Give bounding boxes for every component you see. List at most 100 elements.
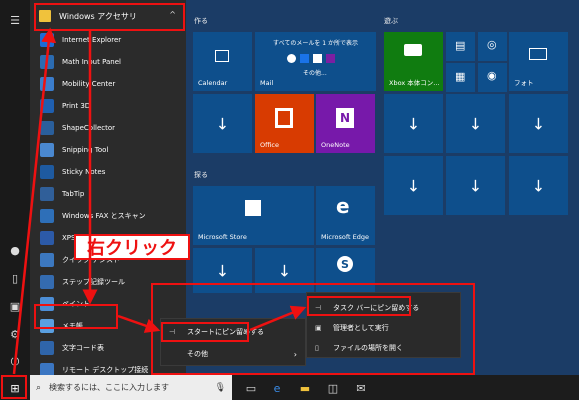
calculator-icon: ▦ bbox=[455, 70, 466, 83]
tile-store-label: Microsoft Store bbox=[198, 233, 247, 241]
mail-taskbar-icon[interactable]: ✉ bbox=[354, 381, 368, 395]
download-arrow-icon: ↓ bbox=[277, 261, 292, 280]
group-label-create: 作る bbox=[194, 17, 208, 25]
character-map-icon bbox=[40, 341, 54, 355]
app-tabtip[interactable]: TabTip bbox=[40, 183, 180, 205]
microphone-icon[interactable]: 🎙 bbox=[215, 383, 226, 393]
store-bag-icon bbox=[245, 200, 261, 216]
group-label-explore: 探る bbox=[194, 171, 208, 179]
search-icon: ⌕ bbox=[36, 382, 42, 393]
tile-microsoft-edge[interactable]: e Microsoft Edge bbox=[316, 186, 375, 245]
mail-account-icons bbox=[287, 54, 335, 63]
mail-envelope-icon bbox=[313, 54, 322, 63]
download-arrow-icon: ↓ bbox=[468, 176, 483, 195]
highlight-start-button bbox=[1, 375, 27, 399]
shapecollector-icon bbox=[40, 121, 54, 135]
tile-placeholder-4[interactable]: ↓ bbox=[509, 94, 568, 153]
google-icon bbox=[287, 54, 296, 63]
task-view-icon[interactable]: ▭ bbox=[244, 381, 258, 395]
settings-gear-icon[interactable]: ⚙ bbox=[5, 324, 25, 344]
download-arrow-icon: ↓ bbox=[531, 176, 546, 195]
tile-calendar[interactable]: Calendar bbox=[193, 32, 252, 91]
app-math-input-panel[interactable]: Math Input Panel bbox=[40, 51, 180, 73]
file-explorer-icon[interactable]: ▬ bbox=[298, 381, 312, 395]
tile-mail[interactable]: すべてのメールを 1 か所で表示 その他... Mail bbox=[255, 32, 376, 91]
store-taskbar-icon[interactable]: ◫ bbox=[326, 381, 340, 395]
snipping-tool-icon bbox=[40, 143, 54, 157]
highlight-notepad bbox=[34, 304, 118, 329]
app-mobility-center[interactable]: Mobility Center bbox=[40, 73, 180, 95]
film-icon: ▤ bbox=[455, 39, 466, 52]
calendar-icon bbox=[215, 50, 229, 62]
power-icon[interactable]: ⏻ bbox=[5, 352, 25, 372]
print-3d-icon bbox=[40, 99, 54, 113]
tile-photos-label: フォト bbox=[514, 79, 534, 87]
mobility-center-icon bbox=[40, 77, 54, 91]
tile-placeholder-6[interactable]: ↓ bbox=[446, 156, 505, 215]
tabtip-icon bbox=[40, 187, 54, 201]
tile-placeholder-2[interactable]: ↓ bbox=[384, 94, 443, 153]
outlook-icon bbox=[300, 54, 309, 63]
skype-icon: S bbox=[337, 256, 353, 272]
highlight-accessories-folder bbox=[34, 3, 185, 31]
tile-edge-label: Microsoft Edge bbox=[321, 233, 370, 241]
sticky-notes-icon bbox=[40, 165, 54, 179]
highlight-context-menus bbox=[151, 283, 475, 375]
download-arrow-icon: ↓ bbox=[215, 261, 230, 280]
tile-office[interactable]: Office bbox=[255, 94, 314, 153]
camera-icon: ◉ bbox=[487, 69, 497, 82]
pictures-icon[interactable]: ▣ bbox=[5, 296, 25, 316]
tile-onenote[interactable]: N OneNote bbox=[316, 94, 375, 153]
download-arrow-icon: ↓ bbox=[406, 176, 421, 195]
xbox-console-icon bbox=[404, 44, 422, 56]
tile-calendar-label: Calendar bbox=[198, 79, 228, 87]
onenote-icon: N bbox=[336, 108, 354, 128]
yahoo-icon bbox=[326, 54, 335, 63]
tile-xbox[interactable]: Xbox 本体コン... bbox=[384, 32, 443, 91]
internet-explorer-icon bbox=[40, 33, 54, 47]
taskbar-search-box[interactable]: ⌕ 検索するには、ここに入力します 🎙 bbox=[30, 375, 232, 400]
tile-placeholder-7[interactable]: ↓ bbox=[509, 156, 568, 215]
tile-placeholder-3[interactable]: ↓ bbox=[446, 94, 505, 153]
tile-placeholder-1[interactable]: ↓ bbox=[193, 94, 252, 153]
tile-onenote-label: OneNote bbox=[321, 141, 350, 149]
start-left-rail: ☰ ● ▯ ▣ ⚙ ⏻ bbox=[0, 0, 30, 375]
mail-other-text: その他... bbox=[303, 70, 327, 77]
group-label-play: 遊ぶ bbox=[384, 17, 398, 25]
app-snipping-tool[interactable]: Snipping Tool bbox=[40, 139, 180, 161]
tile-photos[interactable]: フォト bbox=[509, 32, 568, 91]
app-sticky-notes[interactable]: Sticky Notes bbox=[40, 161, 180, 183]
math-input-icon bbox=[40, 55, 54, 69]
edge-icon: e bbox=[336, 194, 350, 218]
tile-placeholder-5[interactable]: ↓ bbox=[384, 156, 443, 215]
tile-mail-label: Mail bbox=[260, 79, 274, 87]
music-disc-icon: ◎ bbox=[487, 38, 497, 51]
right-click-callout: 右クリック bbox=[74, 234, 190, 260]
taskbar: ⊞ ⌕ 検索するには、ここに入力します 🎙 ▭ e ▬ ◫ ✉ bbox=[0, 375, 579, 400]
tile-movies[interactable]: ▤ bbox=[446, 32, 475, 61]
xps-viewer-icon bbox=[40, 231, 54, 245]
download-arrow-icon: ↓ bbox=[406, 114, 421, 133]
app-shapecollector[interactable]: ShapeCollector bbox=[40, 117, 180, 139]
download-arrow-icon: ↓ bbox=[215, 114, 230, 133]
photos-icon bbox=[529, 48, 547, 60]
search-placeholder: 検索するには、ここに入力します bbox=[49, 383, 170, 392]
tile-microsoft-store[interactable]: Microsoft Store bbox=[193, 186, 314, 245]
steps-recorder-icon bbox=[40, 275, 54, 289]
tile-groove[interactable]: ◎ bbox=[478, 32, 507, 61]
user-avatar-icon[interactable]: ● bbox=[5, 240, 25, 260]
tile-office-label: Office bbox=[260, 141, 279, 149]
app-internet-explorer[interactable]: Internet Explorer bbox=[40, 29, 180, 51]
download-arrow-icon: ↓ bbox=[531, 114, 546, 133]
office-icon bbox=[275, 108, 293, 128]
quick-assist-icon bbox=[40, 253, 54, 267]
hamburger-menu-icon[interactable]: ☰ bbox=[5, 10, 25, 30]
app-print-3d[interactable]: Print 3D bbox=[40, 95, 180, 117]
app-windows-fax-scan[interactable]: Windows FAX とスキャン bbox=[40, 205, 180, 227]
tile-camera[interactable]: ◉ bbox=[478, 63, 507, 92]
edge-taskbar-icon[interactable]: e bbox=[270, 381, 284, 395]
tile-xbox-label: Xbox 本体コン... bbox=[389, 79, 440, 87]
download-arrow-icon: ↓ bbox=[468, 114, 483, 133]
tile-calculator[interactable]: ▦ bbox=[446, 63, 475, 92]
documents-icon[interactable]: ▯ bbox=[5, 268, 25, 288]
